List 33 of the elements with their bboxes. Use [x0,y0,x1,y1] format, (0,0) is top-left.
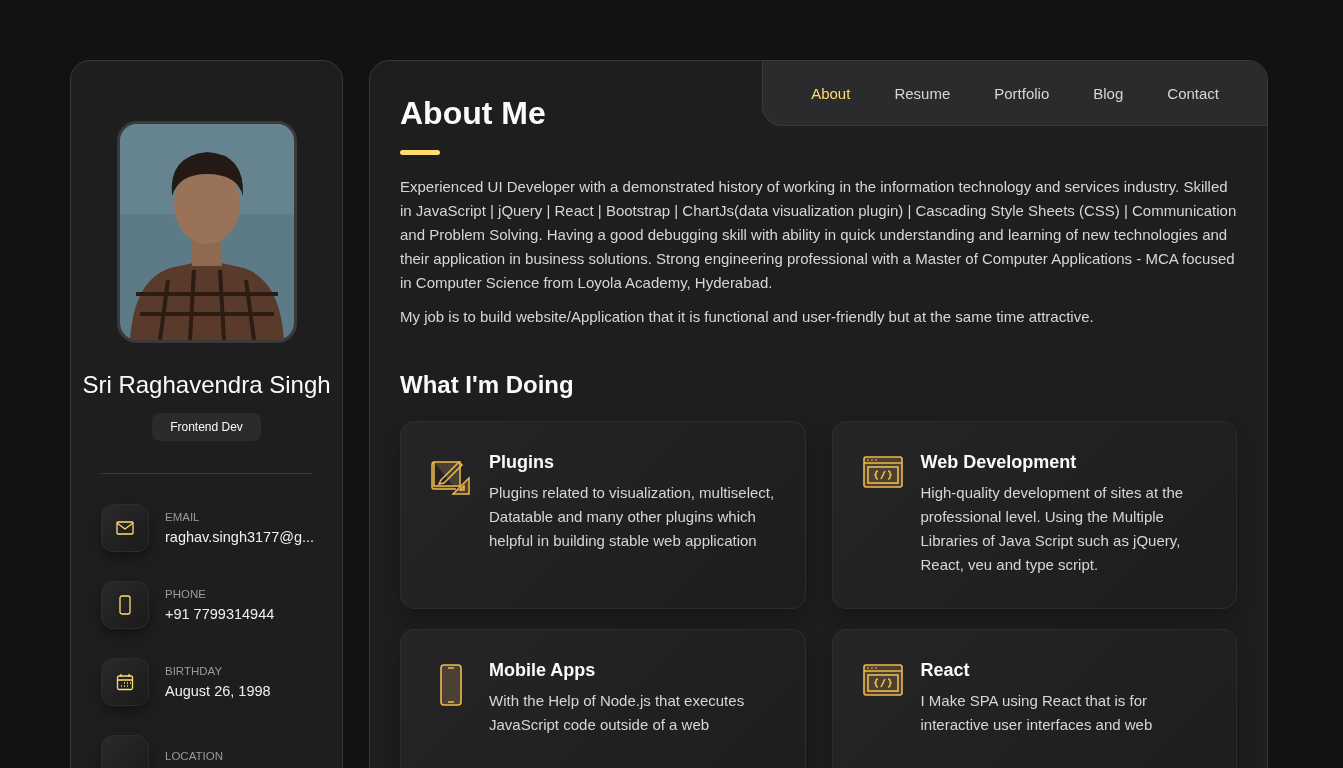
contact-label: PHONE [165,588,207,600]
nav-tab[interactable]: Contact [1145,76,1241,110]
contact-label: EMAIL [165,511,201,523]
calendar-icon [116,673,134,691]
envelope-icon [116,521,134,535]
service-description: High-quality development of sites at the professional level. Using the Multiple Libraries of Java Script such as jQuery, React, veu and type script. [920,483,1185,575]
profile-name: Sri Raghavendra Singh [81,371,332,399]
nav-tab[interactable]: Portfolio [972,76,1072,110]
service-description: I Make SPA using React that is for interactive user interfaces and web [920,691,1154,735]
page-title: About Me [400,95,546,132]
service-title: Mobile Apps [489,660,597,681]
contact-label: BIRTHDAY [165,665,224,677]
role-tag: Frontend Dev [152,413,261,441]
about-paragraph: My job is to build website/Application that it is functional and user-friendly but at the same time attractive. [400,307,1095,327]
nav-tab[interactable]: About [789,76,873,110]
service-title: React [920,660,971,681]
contact-value: August 26, 1998 [165,683,271,699]
service-description: With the Help of Node.js that executes JavaScript code outside of a web [489,691,746,735]
about-paragraph: Experienced UI Developer with a demonstrated history of working in the information technology and services industry. Skilled in JavaScript | jQuery | React | Bootstrap | ChartJs(data visualization plugin) | Cascading Style Sheets (CSS) | Communication and Problem Solving. Having a good debugging skill with ability in quick understanding and learning of new technologies and their application in business solutions. Strong engineering professional with a Master of Computer Applications - MCA focused in Computer Science from Loyola Academy, Hyderabad. [400,177,1237,293]
code-window-icon [862,664,903,696]
nav-tab[interactable]: Blog [1071,76,1146,110]
title-underline [400,150,440,155]
code-window-icon [862,456,903,488]
section-heading: What I'm Doing [400,371,575,399]
service-description: Plugins related to visualization, multiselect, Datatable and many other plugins which helpful in building stable web application [489,483,775,551]
contact-value: +91 7799314944 [165,606,275,622]
contact-value: raghav.singh3177@g... [165,529,315,545]
service-title: Plugins [489,452,555,473]
service-title: Web Development [920,452,1078,473]
contact-label: LOCATION [165,750,223,762]
nav-tab[interactable]: Resume [872,76,973,110]
smartphone-icon [439,664,463,706]
phone-icon [119,595,131,615]
